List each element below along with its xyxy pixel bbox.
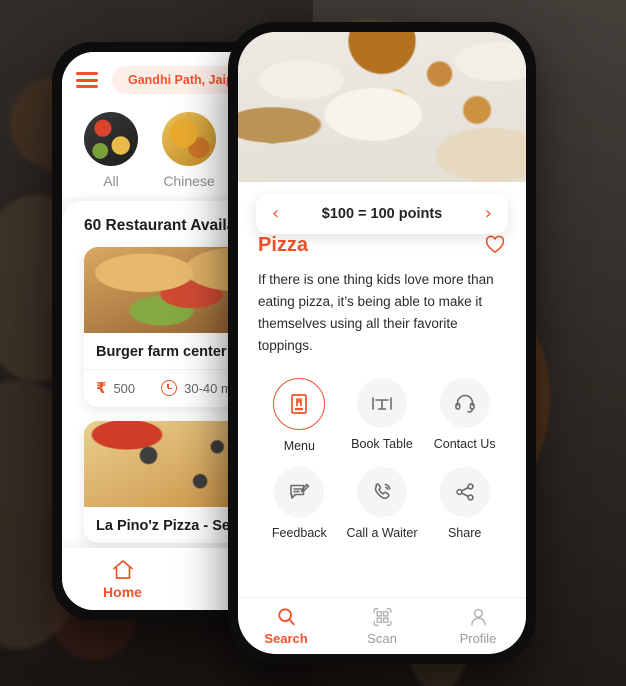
dish-description: If there is one thing kids love more tha… (258, 272, 494, 353)
table-icon (356, 378, 407, 429)
share-icon (439, 467, 490, 518)
headset-icon (439, 378, 490, 429)
action-label: Call a Waiter (346, 526, 418, 541)
category-label: Chinese (163, 173, 215, 189)
nav-label: Profile (459, 631, 497, 646)
clock-icon (161, 380, 178, 396)
feedback-icon (274, 467, 325, 518)
action-label: Book Table (351, 437, 413, 452)
hero-food-image (238, 32, 526, 182)
action-call-waiter[interactable]: Call a Waiter (341, 467, 424, 540)
action-menu[interactable]: Menu (258, 378, 341, 453)
nav-item-home[interactable]: Home (62, 558, 183, 600)
chevron-left-icon[interactable]: ‹ (272, 205, 279, 223)
qr-scan-icon (334, 606, 430, 628)
chevron-right-icon[interactable]: › (485, 205, 492, 223)
phone-mockup-front: ‹ $100 = 100 points › Pizza If there is … (228, 22, 536, 664)
menu-book-icon (273, 378, 326, 431)
category-item-all[interactable]: All (80, 112, 142, 189)
heart-icon[interactable] (484, 234, 506, 254)
action-share[interactable]: Share (423, 467, 506, 540)
nav-item-scan[interactable]: Scan (334, 606, 430, 646)
nav-label: Scan (367, 631, 397, 646)
hamburger-icon[interactable] (76, 72, 98, 88)
nav-label: Search (264, 631, 308, 646)
delivery-time-value: 30-40 m (184, 380, 232, 396)
nav-item-profile[interactable]: Profile (430, 606, 526, 646)
action-grid: Menu Book Table Contact Us Feedback Call… (258, 378, 506, 540)
points-bar: ‹ $100 = 100 points › (256, 194, 508, 234)
phone-ring-icon (356, 467, 407, 518)
action-label: Menu (283, 439, 315, 454)
price-item: ₹ 500 (96, 379, 135, 397)
dish-detail-sheet: Pizza If there is one thing kids love mo… (238, 182, 526, 598)
front-phone-screen: ‹ $100 = 100 points › Pizza If there is … (238, 32, 526, 654)
dish-title-row: Pizza (258, 234, 506, 257)
category-label: All (103, 173, 119, 189)
action-label: Share (447, 526, 482, 541)
price-value: 500 (113, 380, 136, 396)
action-label: Feedback (271, 526, 327, 541)
page-title: Pizza (258, 234, 309, 256)
action-label: Contact Us (433, 437, 496, 452)
profile-icon (430, 606, 526, 628)
search-icon (238, 606, 334, 628)
points-text: $100 = 100 points (321, 206, 443, 222)
action-feedback[interactable]: Feedback (258, 467, 341, 540)
home-icon (62, 558, 183, 582)
action-contact-us[interactable]: Contact Us (423, 378, 506, 453)
category-thumb-icon (84, 112, 138, 166)
category-item-chinese[interactable]: Chinese (158, 112, 220, 189)
delivery-time-item: 30-40 m (161, 380, 232, 396)
category-thumb-icon (162, 112, 216, 166)
rupee-icon: ₹ (96, 380, 107, 397)
front-bottom-nav: Search Scan Profile (238, 597, 526, 654)
nav-item-search[interactable]: Search (238, 606, 334, 646)
nav-label: Home (103, 584, 142, 600)
action-book-table[interactable]: Book Table (341, 378, 424, 453)
